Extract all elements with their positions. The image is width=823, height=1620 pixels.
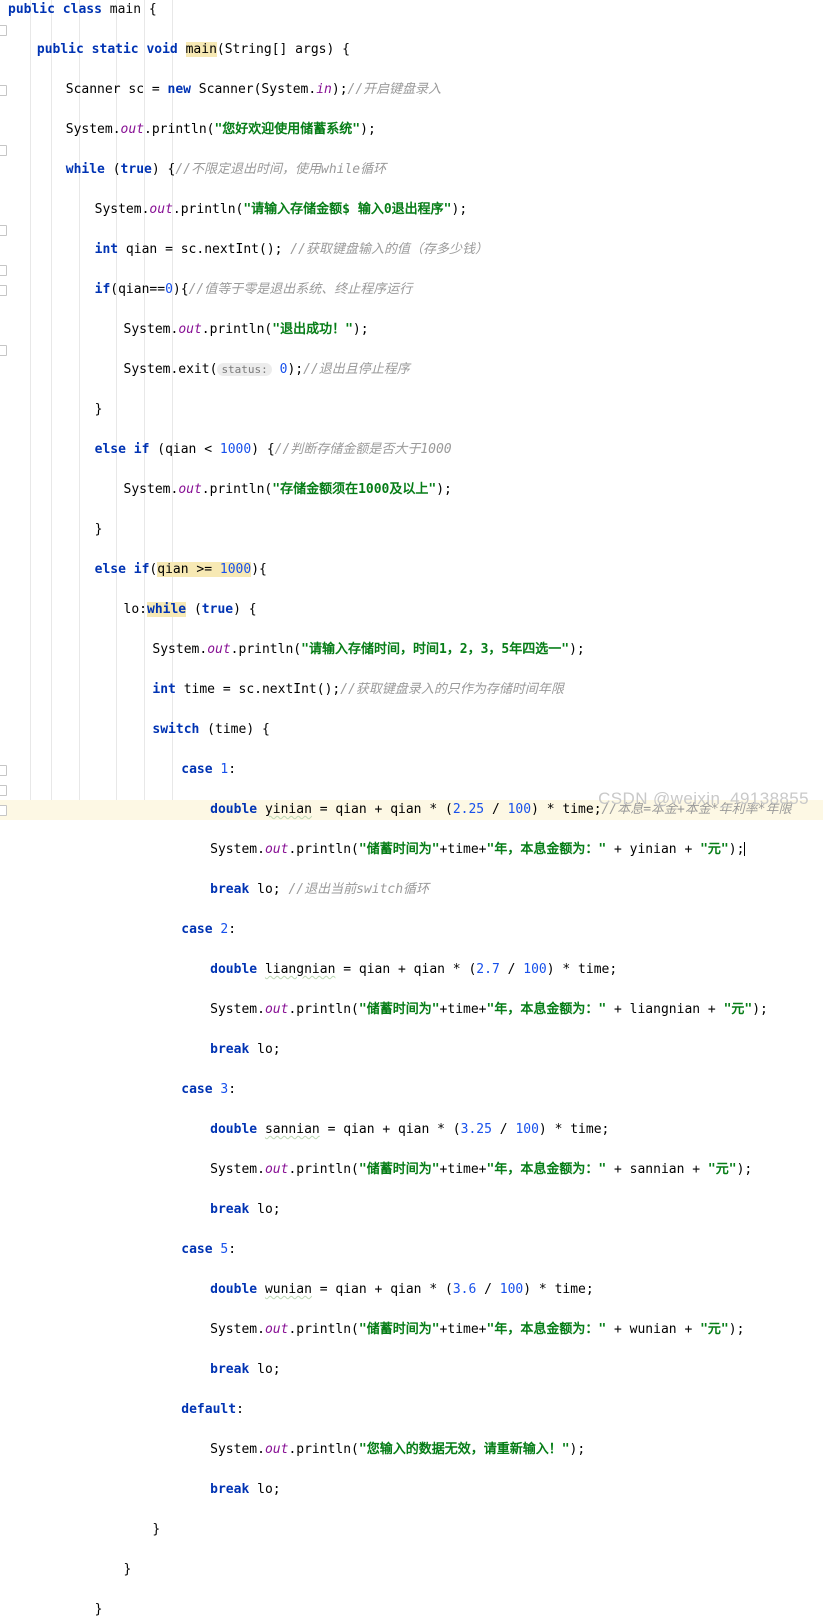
code-line[interactable]: System.out.println("您好欢迎使用储蓄系统"); [0,120,823,140]
code-line[interactable]: System.out.println("退出成功！"); [0,320,823,340]
fold-marker[interactable] [0,345,7,356]
code-line[interactable]: System.out.println("储蓄时间为"+time+"年，本息金额为… [0,840,823,860]
code-line-text: } [123,1562,132,1577]
code-line[interactable]: Scanner sc = new Scanner(System.in);//开启… [0,80,823,100]
code-line[interactable]: System.out.println("储蓄时间为"+time+"年，本息金额为… [0,1000,823,1020]
code-line-text: if(qian==0){//值等于零是退出系统、终止程序运行 [94,282,413,297]
code-line[interactable]: System.out.println("储蓄时间为"+time+"年，本息金额为… [0,1160,823,1180]
code-line-text: System.exit(status: 0);//退出且停止程序 [123,362,410,377]
code-line-text: default: [181,1402,244,1417]
code-line[interactable]: } [0,400,823,420]
code-line[interactable]: break lo; [0,1040,823,1060]
code-line-text: public class main { [8,2,157,17]
code-line-text: break lo; [210,1202,281,1217]
code-line[interactable]: } [0,520,823,540]
code-line-text: System.out.println("请输入存储时间，时间1，2，3，5年四选… [152,642,585,657]
code-line-text: } [94,1602,103,1617]
code-line[interactable]: else if(qian >= 1000){ [0,560,823,580]
code-line[interactable]: lo:while (true) { [0,600,823,620]
code-line-text: double liangnian = qian + qian * (2.7 / … [210,962,618,977]
code-line-text: System.out.println("存储金额须在1000及以上"); [123,482,452,497]
code-line[interactable]: } [0,1600,823,1620]
code-line-text: break lo; //退出当前switch循环 [210,882,430,897]
code-line[interactable]: else if (qian < 1000) {//判断存储金额是否大于1000 [0,440,823,460]
code-line-text: int time = sc.nextInt();//获取键盘录入的只作为存储时间… [152,682,564,697]
code-line[interactable]: System.out.println("储蓄时间为"+time+"年，本息金额为… [0,1320,823,1340]
code-line[interactable]: while (true) {//不限定退出时间，使用while循环 [0,160,823,180]
watermark: CSDN @weixin_49138855 [598,789,809,808]
code-line[interactable]: default: [0,1400,823,1420]
code-line[interactable]: if(qian==0){//值等于零是退出系统、终止程序运行 [0,280,823,300]
code-line-text: public static void main(String[] args) { [36,42,350,57]
code-line-text: else if (qian < 1000) {//判断存储金额是否大于1000 [94,442,452,457]
fold-marker[interactable] [0,785,7,796]
code-line-text: while (true) {//不限定退出时间，使用while循环 [65,162,387,177]
code-line[interactable]: break lo; //退出当前switch循环 [0,880,823,900]
code-line[interactable]: System.out.println("您输入的数据无效，请重新输入！"); [0,1440,823,1460]
code-line[interactable]: int time = sc.nextInt();//获取键盘录入的只作为存储时间… [0,680,823,700]
code-line[interactable]: } [0,1520,823,1540]
code-line[interactable]: break lo; [0,1200,823,1220]
code-line-text: break lo; [210,1482,281,1497]
code-line-text: System.out.println("退出成功！"); [123,322,369,337]
code-line[interactable]: case 1: [0,760,823,780]
code-line[interactable]: case 3: [0,1080,823,1100]
code-line-list[interactable]: public class main { public static void ma… [0,0,823,1617]
code-line[interactable]: System.out.println("请输入存储时间，时间1，2，3，5年四选… [0,640,823,660]
fold-marker[interactable] [0,225,7,236]
code-line[interactable]: switch (time) { [0,720,823,740]
code-line[interactable]: System.out.println("存储金额须在1000及以上"); [0,480,823,500]
code-line-text: int qian = sc.nextInt(); //获取键盘输入的值（存多少钱… [94,242,488,257]
code-line-text: else if(qian >= 1000){ [94,562,267,577]
code-line-text: System.out.println("储蓄时间为"+time+"年，本息金额为… [210,1002,768,1017]
code-line-text: break lo; [210,1362,281,1377]
code-line[interactable]: case 2: [0,920,823,940]
fold-marker[interactable] [0,145,7,156]
code-line[interactable]: public static void main(String[] args) { [0,40,823,60]
code-line-text: case 3: [181,1082,237,1097]
code-line[interactable]: int qian = sc.nextInt(); //获取键盘输入的值（存多少钱… [0,240,823,260]
code-line-text: System.out.println("您输入的数据无效，请重新输入！"); [210,1442,586,1457]
code-line-text: System.out.println("储蓄时间为"+time+"年，本息金额为… [210,1162,753,1177]
code-line[interactable]: System.exit(status: 0);//退出且停止程序 [0,360,823,380]
code-line-text: case 1: [181,762,237,777]
code-line[interactable]: break lo; [0,1360,823,1380]
code-line[interactable]: System.out.println("请输入存储金额$ 输入0退出程序"); [0,200,823,220]
fold-marker[interactable] [0,765,7,776]
code-line-text: case 2: [181,922,237,937]
code-line-text: break lo; [210,1042,281,1057]
code-line-text: System.out.println("储蓄时间为"+time+"年，本息金额为… [210,1322,745,1337]
code-line-text: switch (time) { [152,722,270,737]
code-line-text: System.out.println("请输入存储金额$ 输入0退出程序"); [94,202,468,217]
code-line[interactable]: break lo; [0,1480,823,1500]
fold-marker[interactable] [0,265,7,276]
code-line-text: } [152,1522,161,1537]
code-editor[interactable]: public class main { public static void ma… [0,0,823,1617]
code-line-text: lo:while (true) { [123,602,257,617]
code-line[interactable]: double wunian = qian + qian * (3.6 / 100… [0,1280,823,1300]
code-line[interactable]: public class main { [0,0,823,20]
code-line-text: } [94,402,103,417]
code-line-text: double sannian = qian + qian * (3.25 / 1… [210,1122,610,1137]
fold-marker[interactable] [0,85,7,96]
fold-marker[interactable] [0,25,7,36]
code-line-text: case 5: [181,1242,237,1257]
code-line-text: } [94,522,103,537]
code-line[interactable]: double sannian = qian + qian * (3.25 / 1… [0,1120,823,1140]
code-line[interactable]: } [0,1560,823,1580]
fold-marker[interactable] [0,285,7,296]
code-line-text: System.out.println("您好欢迎使用储蓄系统"); [65,122,376,137]
code-line-text: Scanner sc = new Scanner(System.in);//开启… [65,82,442,97]
code-line[interactable]: double liangnian = qian + qian * (2.7 / … [0,960,823,980]
code-line-text: double wunian = qian + qian * (3.6 / 100… [210,1282,594,1297]
code-line[interactable]: case 5: [0,1240,823,1260]
code-line-text: System.out.println("储蓄时间为"+time+"年，本息金额为… [210,842,746,857]
fold-marker[interactable] [0,805,7,816]
